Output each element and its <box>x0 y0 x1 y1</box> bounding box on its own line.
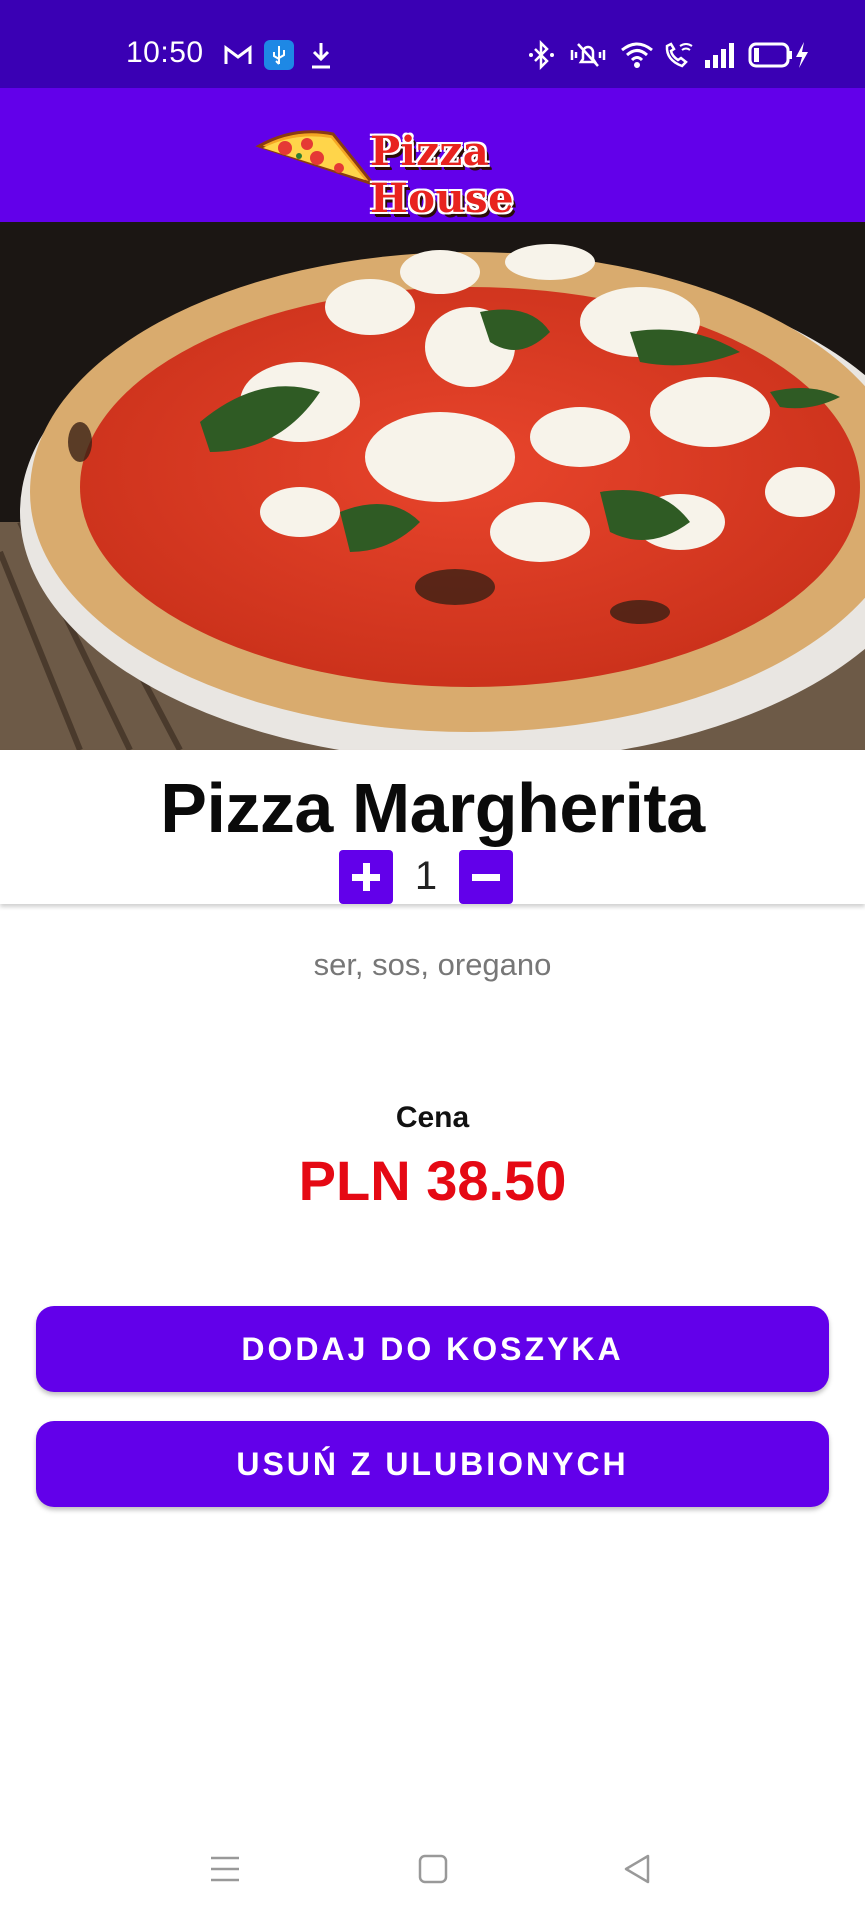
back-icon[interactable] <box>620 1852 654 1886</box>
wifi-calling-icon <box>665 42 693 68</box>
pizza-image <box>0 222 865 750</box>
status-time: 10:50 <box>126 36 204 69</box>
logo-text: Pizza House <box>370 128 515 222</box>
menu-icon[interactable] <box>208 1852 242 1886</box>
price-value: PLN 38.50 <box>298 1149 567 1212</box>
home-icon[interactable] <box>416 1852 450 1886</box>
app-bar: Pizza House <box>0 88 865 222</box>
pizza-slice-icon <box>255 130 375 187</box>
system-nav-bar <box>0 1830 865 1922</box>
download-icon <box>312 43 330 69</box>
decrease-quantity-button[interactable] <box>459 850 513 904</box>
bluetooth-icon <box>529 40 554 70</box>
wifi-icon <box>621 42 653 68</box>
status-bar: 10:50 <box>0 0 865 88</box>
product-header: Pizza Margherita 1 <box>0 750 865 904</box>
usb-icon <box>264 40 294 70</box>
remove-from-favorites-button[interactable]: USUŃ Z ULUBIONYCH <box>36 1421 829 1507</box>
product-title: Pizza Margherita <box>160 769 705 847</box>
minus-icon <box>472 874 500 881</box>
gmail-icon <box>224 45 252 64</box>
battery-charging-icon <box>748 42 808 68</box>
app-logo[interactable]: Pizza House <box>255 124 615 222</box>
increase-quantity-button[interactable] <box>339 850 393 904</box>
quantity-value: 1 <box>414 854 438 898</box>
product-ingredients: ser, sos, oregano <box>313 947 552 982</box>
signal-icon <box>705 43 734 68</box>
vibrate-mute-icon <box>570 43 606 67</box>
price-label: Cena <box>395 1101 470 1134</box>
add-to-cart-button[interactable]: DODAJ DO KOSZYKA <box>36 1306 829 1392</box>
